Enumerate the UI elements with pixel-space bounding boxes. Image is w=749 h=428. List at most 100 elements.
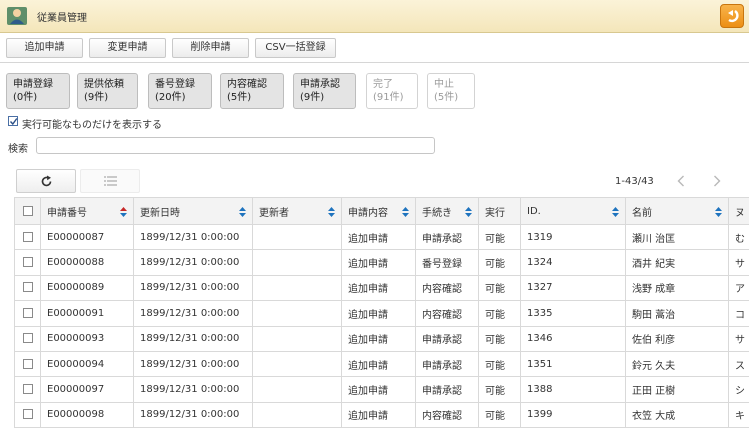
table-row[interactable]: E00000089 1899/12/31 0:00:00 追加申請 内容確認 可能 132… bbox=[14, 274, 749, 302]
cell-name: 正田 正樹 bbox=[625, 376, 729, 403]
status-button-application-approval[interactable]: 申請承認 (9件) bbox=[293, 73, 356, 109]
row-select-cell bbox=[14, 274, 41, 302]
cell-request-content: 追加申請 bbox=[341, 376, 416, 403]
cell-request-content: 追加申請 bbox=[341, 300, 416, 327]
column-header-updated-at[interactable]: 更新日時 bbox=[133, 197, 253, 225]
row-checkbox[interactable] bbox=[22, 257, 33, 268]
table-row[interactable]: E00000098 1899/12/31 0:00:00 追加申請 内容確認 可能 139… bbox=[14, 401, 749, 428]
list-icon bbox=[104, 176, 117, 186]
status-count: (0件) bbox=[13, 92, 38, 103]
table-row[interactable]: E00000087 1899/12/31 0:00:00 追加申請 申請承認 可能 131… bbox=[14, 223, 749, 251]
cell-updated-at: 1899/12/31 0:00:00 bbox=[133, 376, 253, 403]
cell-application-number: E00000089 bbox=[40, 274, 134, 302]
column-header-name[interactable]: 名前 bbox=[625, 197, 729, 225]
add-request-button[interactable]: 追加申請 bbox=[6, 38, 83, 58]
executable-only-checkbox[interactable] bbox=[8, 116, 18, 126]
cell-updated-at: 1899/12/31 0:00:00 bbox=[133, 300, 253, 327]
status-button-application-registration[interactable]: 申請登録 (0件) bbox=[6, 73, 70, 109]
cell-id: 1346 bbox=[520, 325, 626, 352]
cell-procedure: 番号登録 bbox=[415, 249, 479, 276]
cell-execution: 可能 bbox=[478, 401, 521, 428]
table-row[interactable]: E00000093 1899/12/31 0:00:00 追加申請 申請承認 可能 134… bbox=[14, 325, 749, 352]
status-label: 申請承認 bbox=[300, 79, 340, 90]
cell-updated-at: 1899/12/31 0:00:00 bbox=[133, 249, 253, 276]
select-all-cell bbox=[14, 197, 41, 225]
application-table: 申請番号 更新日時 更新者 申請内容 手続き 実行 ID. 名前 ヌ E0000… bbox=[14, 197, 749, 428]
delete-request-button[interactable]: 削除申請 bbox=[172, 38, 249, 58]
column-header-updated-by[interactable]: 更新者 bbox=[252, 197, 342, 225]
cell-request-content: 追加申請 bbox=[341, 401, 416, 428]
column-header-procedure[interactable]: 手続き bbox=[415, 197, 479, 225]
cell-execution: 可能 bbox=[478, 274, 521, 302]
column-list-button[interactable] bbox=[80, 169, 140, 193]
row-checkbox[interactable] bbox=[22, 409, 33, 420]
row-select-cell bbox=[14, 325, 41, 352]
cell-updated-at: 1899/12/31 0:00:00 bbox=[133, 274, 253, 302]
column-header-id[interactable]: ID. bbox=[520, 197, 626, 225]
cell-request-content: 追加申請 bbox=[341, 350, 416, 378]
cell-updated-at: 1899/12/31 0:00:00 bbox=[133, 350, 253, 378]
cell-name: 瀬川 治匡 bbox=[625, 223, 729, 251]
column-header-execution[interactable]: 実行 bbox=[478, 197, 521, 225]
select-all-checkbox[interactable] bbox=[22, 205, 33, 216]
status-button-completed[interactable]: 完了 (91件) bbox=[366, 73, 418, 109]
search-input[interactable] bbox=[36, 137, 435, 154]
row-checkbox[interactable] bbox=[22, 384, 33, 395]
column-header-kana[interactable]: ヌ bbox=[728, 197, 749, 225]
row-checkbox[interactable] bbox=[22, 358, 33, 369]
sort-icon bbox=[612, 207, 619, 217]
table-header-row: 申請番号 更新日時 更新者 申請内容 手続き 実行 ID. 名前 ヌ bbox=[14, 197, 749, 225]
change-request-button[interactable]: 変更申請 bbox=[89, 38, 166, 58]
status-label: 提供依頼 bbox=[84, 79, 124, 90]
row-checkbox[interactable] bbox=[22, 282, 33, 293]
cell-updated-by bbox=[252, 249, 342, 276]
employee-icon bbox=[7, 7, 27, 25]
cell-kana: ア bbox=[728, 274, 749, 302]
cell-updated-by bbox=[252, 376, 342, 403]
cell-updated-at: 1899/12/31 0:00:00 bbox=[133, 223, 253, 251]
table-row[interactable]: E00000094 1899/12/31 0:00:00 追加申請 申請承認 可能 135… bbox=[14, 350, 749, 378]
table-row[interactable]: E00000088 1899/12/31 0:00:00 追加申請 番号登録 可能 132… bbox=[14, 249, 749, 276]
status-button-provision-request[interactable]: 提供依頼 (9件) bbox=[77, 73, 138, 109]
status-label: 内容確認 bbox=[227, 79, 267, 90]
status-button-cancelled[interactable]: 中止 (5件) bbox=[427, 73, 475, 109]
cell-updated-at: 1899/12/31 0:00:00 bbox=[133, 325, 253, 352]
sort-icon bbox=[402, 207, 409, 217]
cell-kana: シ bbox=[728, 376, 749, 403]
refresh-button[interactable] bbox=[16, 169, 76, 193]
row-checkbox[interactable] bbox=[22, 231, 33, 242]
table-row[interactable]: E00000091 1899/12/31 0:00:00 追加申請 内容確認 可能 133… bbox=[14, 300, 749, 327]
cell-kana: サ bbox=[728, 325, 749, 352]
prev-page-button[interactable] bbox=[667, 169, 697, 193]
executable-only-filter[interactable]: 実行可能なものだけを表示する bbox=[8, 116, 162, 131]
cell-execution: 可能 bbox=[478, 350, 521, 378]
row-checkbox[interactable] bbox=[22, 333, 33, 344]
cell-name: 佐伯 利彦 bbox=[625, 325, 729, 352]
back-button[interactable] bbox=[720, 4, 744, 28]
cell-application-number: E00000093 bbox=[40, 325, 134, 352]
status-button-number-registration[interactable]: 番号登録 (20件) bbox=[148, 73, 212, 109]
row-select-cell bbox=[14, 249, 41, 276]
cell-procedure: 内容確認 bbox=[415, 274, 479, 302]
cell-procedure: 申請承認 bbox=[415, 350, 479, 378]
next-page-button[interactable] bbox=[703, 169, 733, 193]
row-checkbox[interactable] bbox=[22, 307, 33, 318]
cell-application-number: E00000088 bbox=[40, 249, 134, 276]
sort-icon bbox=[328, 207, 335, 217]
csv-import-button[interactable]: CSV一括登録 bbox=[255, 38, 336, 58]
cell-name: 浅野 成章 bbox=[625, 274, 729, 302]
cell-name: 鈴元 久夫 bbox=[625, 350, 729, 378]
cell-updated-at: 1899/12/31 0:00:00 bbox=[133, 401, 253, 428]
table-row[interactable]: E00000097 1899/12/31 0:00:00 追加申請 申請承認 可能 138… bbox=[14, 376, 749, 403]
status-button-content-confirmation[interactable]: 内容確認 (5件) bbox=[220, 73, 284, 109]
cell-execution: 可能 bbox=[478, 300, 521, 327]
cell-name: 衣笠 大成 bbox=[625, 401, 729, 428]
cell-application-number: E00000094 bbox=[40, 350, 134, 378]
status-label: 中止 bbox=[434, 79, 454, 90]
column-header-application-number[interactable]: 申請番号 bbox=[40, 197, 134, 225]
cell-request-content: 追加申請 bbox=[341, 325, 416, 352]
cell-execution: 可能 bbox=[478, 376, 521, 403]
cell-execution: 可能 bbox=[478, 249, 521, 276]
cell-updated-by bbox=[252, 300, 342, 327]
column-header-request-content[interactable]: 申請内容 bbox=[341, 197, 416, 225]
